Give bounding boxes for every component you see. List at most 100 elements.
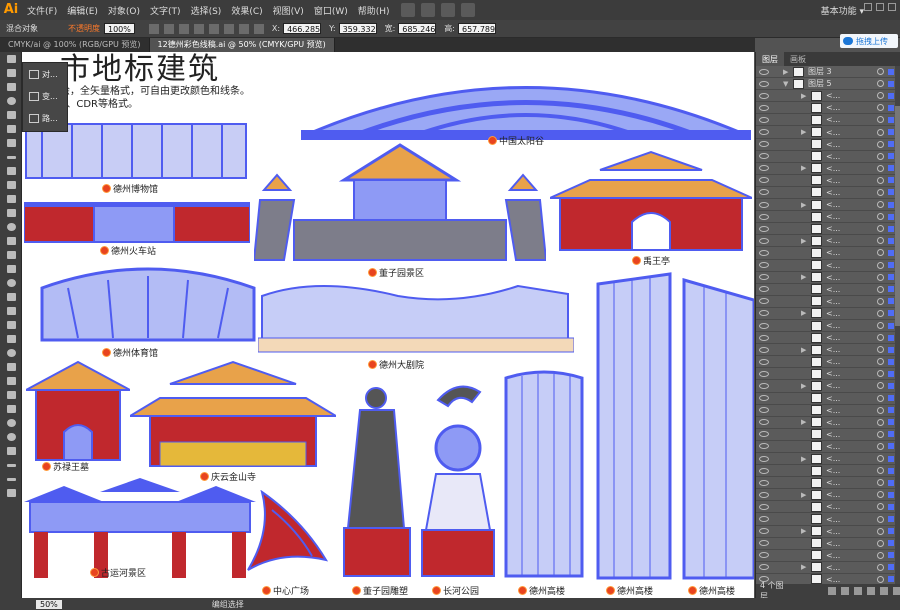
target-icon[interactable]	[877, 394, 884, 402]
sublayer-row[interactable]: <...	[756, 356, 900, 369]
sublayer-row[interactable]: ▶ <...	[756, 162, 900, 175]
lasso-tool[interactable]	[0, 94, 22, 108]
disclosure-arrow-icon[interactable]: ▶	[801, 273, 809, 281]
target-icon[interactable]	[877, 563, 884, 571]
stock-icon[interactable]	[420, 3, 435, 17]
menu-file[interactable]: 文件(F)	[22, 4, 62, 17]
target-icon[interactable]	[877, 249, 884, 257]
tab-document-1[interactable]: CMYK/ai @ 100% (RGB/GPU 预览)	[0, 38, 150, 52]
sublayer-row[interactable]: <...	[756, 319, 900, 333]
x-input[interactable]: 466.285	[283, 23, 322, 34]
disclosure-arrow-icon[interactable]: ▶	[801, 563, 809, 571]
target-icon[interactable]	[877, 575, 884, 583]
target-icon[interactable]	[877, 140, 884, 148]
sublayer-row[interactable]: ▶ <...	[756, 307, 900, 320]
tab-artboards[interactable]: 画板	[784, 52, 812, 66]
eye-icon[interactable]	[759, 358, 769, 365]
bridge-icon[interactable]	[400, 3, 415, 17]
eye-icon[interactable]	[759, 564, 769, 571]
sublayer-row[interactable]: <...	[756, 549, 900, 562]
selection-tool[interactable]	[0, 52, 22, 66]
color-mode-buttons[interactable]	[0, 458, 22, 472]
new-layer-icon[interactable]	[880, 587, 888, 595]
perspective-tool[interactable]	[0, 290, 22, 304]
eye-icon[interactable]	[759, 286, 769, 293]
selection-indicator[interactable]	[888, 80, 894, 87]
target-icon[interactable]	[877, 491, 884, 499]
align-left-icon[interactable]	[178, 23, 189, 34]
target-icon[interactable]	[877, 467, 884, 475]
eye-icon[interactable]	[759, 479, 769, 486]
tower-2-building[interactable]	[594, 272, 674, 580]
zoom-level[interactable]: 50%	[36, 599, 62, 609]
menu-help[interactable]: 帮助(H)	[353, 4, 395, 17]
disclosure-arrow-icon[interactable]: ▶	[801, 201, 809, 209]
sublayer-row[interactable]: <...	[756, 428, 900, 441]
dongziyuan-building[interactable]	[254, 140, 546, 262]
selection-indicator[interactable]	[888, 177, 894, 184]
selection-indicator[interactable]	[888, 129, 894, 136]
sublayer-row[interactable]: ▶ <...	[756, 271, 900, 284]
selection-indicator[interactable]	[888, 201, 894, 208]
target-icon[interactable]	[877, 515, 884, 523]
shape-builder-tool[interactable]	[0, 276, 22, 290]
sublayer-row[interactable]: <...	[756, 465, 900, 478]
eye-icon[interactable]	[759, 443, 769, 450]
rotate-tool[interactable]	[0, 220, 22, 234]
eye-icon[interactable]	[759, 552, 769, 559]
flyout-item-pathfinder[interactable]: 路...	[23, 107, 67, 129]
trash-icon[interactable]	[893, 587, 900, 595]
tower-1-building[interactable]	[502, 370, 586, 578]
target-icon[interactable]	[877, 116, 884, 124]
selection-indicator[interactable]	[888, 528, 894, 535]
selection-indicator[interactable]	[888, 262, 894, 269]
tab-layers[interactable]: 图层	[756, 52, 784, 66]
sublayer-row[interactable]: <...	[756, 368, 900, 381]
align-bottom-icon[interactable]	[253, 23, 264, 34]
selection-indicator[interactable]	[888, 237, 894, 244]
eye-icon[interactable]	[759, 431, 769, 438]
sublayer-row[interactable]: ▶ <...	[756, 453, 900, 466]
zoom-tool[interactable]	[0, 430, 22, 444]
target-icon[interactable]	[877, 128, 884, 136]
eye-icon[interactable]	[759, 177, 769, 184]
menu-edit[interactable]: 编辑(E)	[62, 4, 103, 17]
pencil-tool[interactable]	[0, 192, 22, 206]
selection-indicator[interactable]	[888, 552, 894, 559]
eye-icon[interactable]	[759, 407, 769, 414]
tower-3-building[interactable]	[682, 278, 754, 580]
menu-type[interactable]: 文字(T)	[145, 4, 186, 17]
target-icon[interactable]	[877, 261, 884, 269]
target-icon[interactable]	[877, 104, 884, 112]
direct-selection-tool[interactable]	[0, 66, 22, 80]
target-icon[interactable]	[877, 406, 884, 414]
align-middle-icon[interactable]	[238, 23, 249, 34]
mesh-tool[interactable]	[0, 304, 22, 318]
central-square-sculpture[interactable]	[242, 490, 332, 576]
train-station-building[interactable]	[24, 202, 250, 244]
sublayer-row[interactable]: ▶ <...	[756, 199, 900, 212]
maximize-icon[interactable]	[876, 3, 884, 11]
eraser-tool[interactable]	[0, 206, 22, 220]
width-tool[interactable]	[0, 248, 22, 262]
curvature-tool[interactable]	[0, 122, 22, 136]
target-icon[interactable]	[877, 442, 884, 450]
sublayer-row[interactable]: <...	[756, 392, 900, 405]
sublayer-row[interactable]: ▶ <...	[756, 489, 900, 502]
locate-icon[interactable]	[841, 587, 849, 595]
target-icon[interactable]	[877, 503, 884, 511]
sublayer-row[interactable]: ▶ <...	[756, 525, 900, 538]
pen-tool[interactable]	[0, 108, 22, 122]
selection-indicator[interactable]	[888, 358, 894, 365]
target-icon[interactable]	[877, 201, 884, 209]
disclosure-arrow-icon[interactable]: ▶	[801, 418, 809, 426]
grand-theater-building[interactable]	[258, 276, 574, 354]
target-icon[interactable]	[877, 370, 884, 378]
eye-icon[interactable]	[759, 80, 769, 87]
hand-tool[interactable]	[0, 416, 22, 430]
rectangle-tool[interactable]	[0, 164, 22, 178]
canal-gate-building[interactable]	[24, 478, 256, 580]
eye-icon[interactable]	[759, 189, 769, 196]
scrollbar-thumb[interactable]	[895, 106, 900, 326]
target-icon[interactable]	[877, 551, 884, 559]
